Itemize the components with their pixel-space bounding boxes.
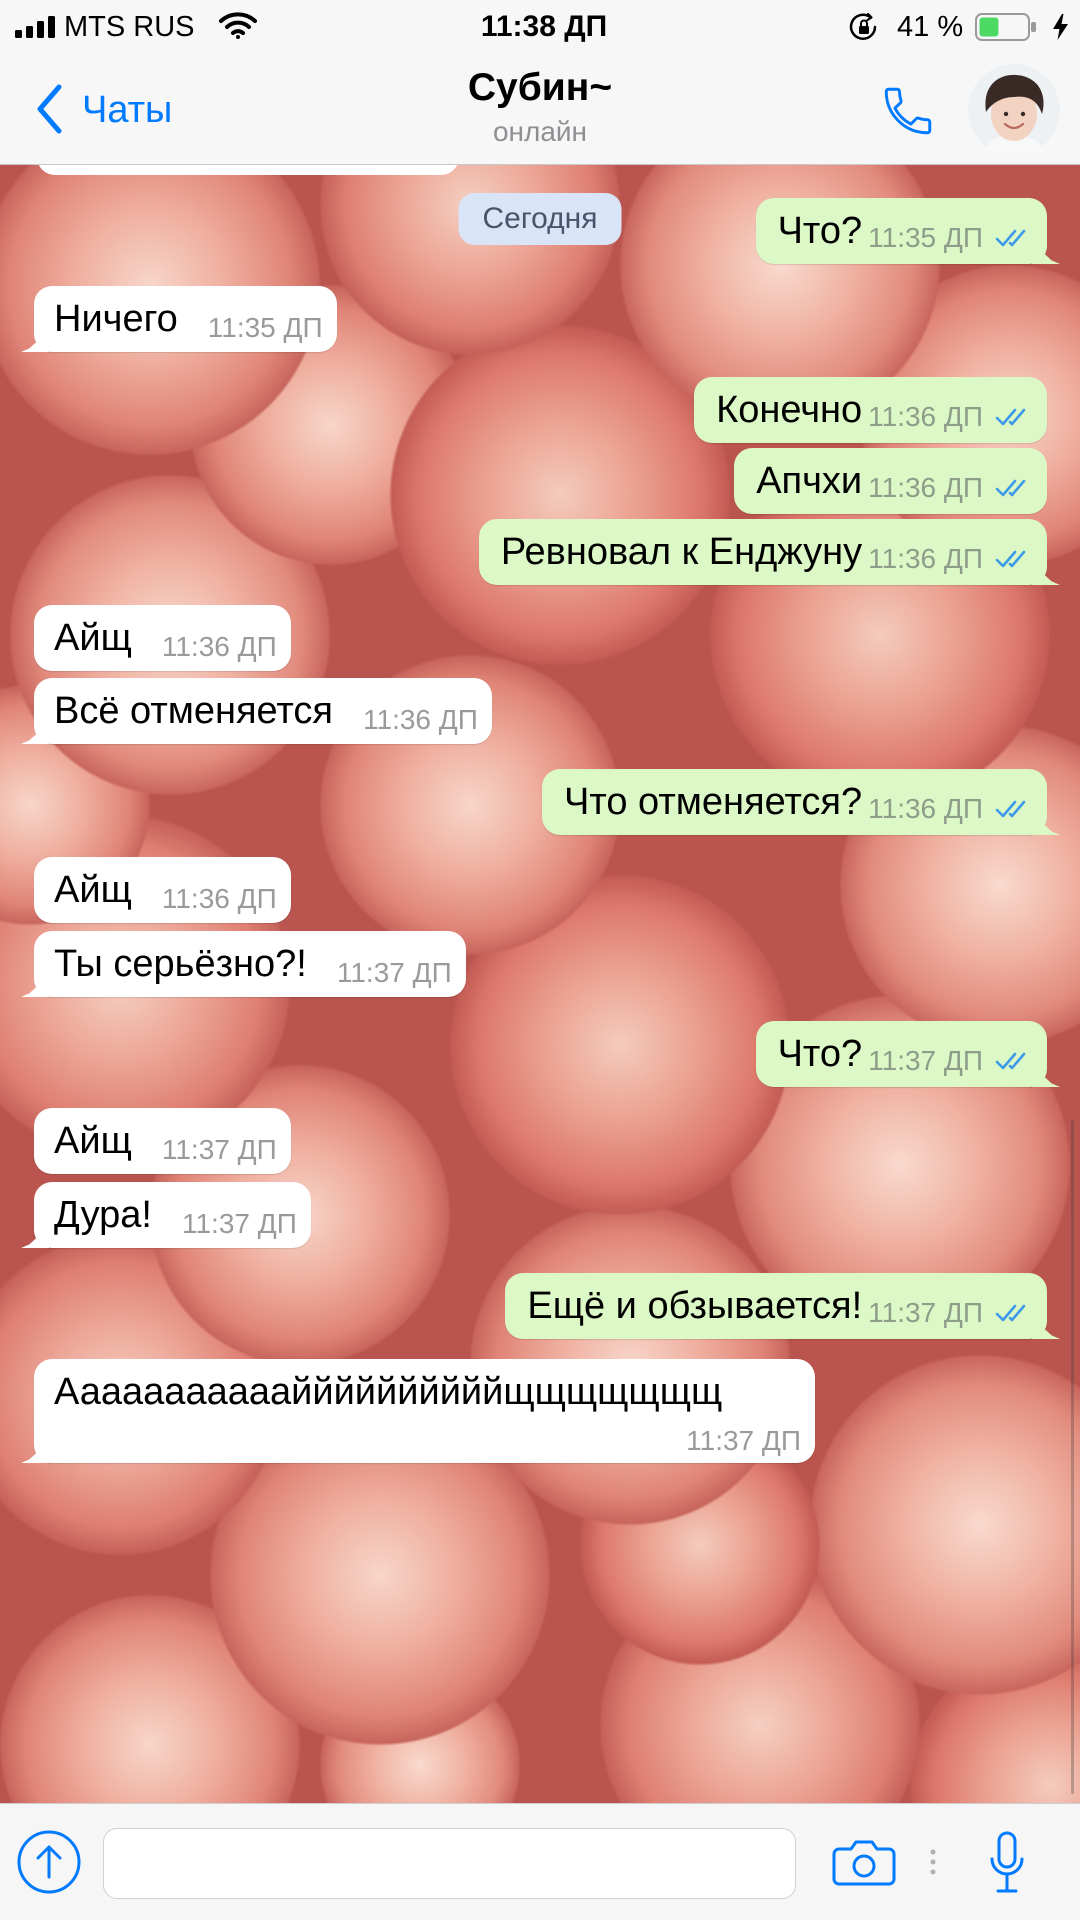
camera-icon[interactable] [832, 1838, 896, 1886]
message-bubble-outgoing[interactable]: Ревновал к Енджуну 11:36 ДП [478, 519, 1047, 585]
message-time: 11:36 ДП [868, 543, 983, 574]
battery-percent: 41 % [897, 11, 964, 43]
message-text: Что отменяется? [564, 781, 863, 823]
message-text: Аааааааааааййййййййййщщщщщщщ [54, 1371, 723, 1413]
scrollbar[interactable] [1071, 1120, 1074, 1794]
message-time: 11:37 ДП [336, 957, 452, 988]
message-time: 11:36 ДП [868, 793, 983, 824]
chat-header: Чаты Субин~ онлайн [0, 54, 1080, 165]
microphone-icon[interactable] [987, 1831, 1027, 1895]
message-composer [0, 1803, 1080, 1920]
back-label: Чаты [82, 89, 173, 131]
message-text: Дура! [54, 1194, 152, 1236]
phone-icon[interactable] [879, 82, 937, 140]
double-check-icon [995, 1050, 1037, 1072]
status-time: 11:38 ДП [480, 10, 608, 43]
partial-message-bubble[interactable] [37, 165, 459, 175]
date-separator: Сегодня [458, 193, 622, 245]
message-bubble-outgoing[interactable]: Конечно 11:36 ДП [694, 377, 1047, 443]
message-bubble-outgoing[interactable]: Что? 11:37 ДП [755, 1021, 1047, 1087]
double-check-icon [995, 406, 1037, 428]
carrier-name: MTS RUS [64, 11, 195, 43]
message-text: Что? [777, 1033, 863, 1075]
message-bubble-incoming[interactable]: Аааааааааааййййййййййщщщщщщщ 11:37 ДП [34, 1359, 815, 1463]
message-time: 11:36 ДП [161, 631, 277, 662]
charging-bolt-icon [1053, 14, 1068, 40]
message-bubble-incoming[interactable]: Ты серьёзно?! 11:37 ДП [34, 931, 466, 997]
message-input[interactable] [103, 1828, 796, 1899]
message-time: 11:36 ДП [868, 472, 983, 503]
message-text: Апчхи [756, 460, 863, 502]
signal-icon [15, 16, 55, 38]
orientation-lock-icon [849, 12, 877, 40]
contact-name[interactable]: Субин~ [290, 65, 790, 111]
back-button[interactable]: Чаты [30, 80, 200, 140]
message-text: Айщ [54, 869, 132, 911]
message-bubble-outgoing[interactable]: Что? 11:35 ДП [755, 198, 1047, 264]
message-time: 11:37 ДП [868, 1297, 983, 1328]
message-text: Ещё и обзывается! [527, 1285, 863, 1327]
message-bubble-outgoing[interactable]: Апчхи 11:36 ДП [734, 448, 1047, 514]
message-text: Всё отменяется [54, 690, 333, 732]
message-time: 11:36 ДП [161, 883, 277, 914]
message-time: 11:37 ДП [686, 1425, 801, 1456]
message-time: 11:37 ДП [181, 1208, 297, 1239]
message-bubble-incoming[interactable]: Дура! 11:37 ДП [34, 1182, 311, 1248]
more-dots-icon[interactable] [929, 1847, 937, 1877]
message-text: Айщ [54, 1120, 132, 1162]
message-bubble-incoming[interactable]: Айщ 11:37 ДП [34, 1108, 291, 1174]
chat-area[interactable]: Сегодня Что? 11:35 ДП Ничего 11:35 ДП Ко… [0, 165, 1080, 1803]
message-bubble-outgoing[interactable]: Ещё и обзывается! 11:37 ДП [505, 1273, 1047, 1339]
double-check-icon [995, 1302, 1037, 1324]
contact-status: онлайн [492, 116, 588, 147]
message-text: Ревновал к Енджуну [500, 531, 863, 573]
message-text: Айщ [54, 617, 132, 659]
status-bar: MTS RUS 11:38 ДП 41 % [0, 0, 1080, 54]
double-check-icon [995, 548, 1037, 570]
message-bubble-incoming[interactable]: Айщ 11:36 ДП [34, 857, 291, 923]
message-text: Ты серьёзно?! [54, 943, 307, 985]
message-bubble-outgoing[interactable]: Что отменяется? 11:36 ДП [542, 769, 1047, 835]
message-time: 11:35 ДП [207, 312, 323, 343]
message-text: Ничего [54, 298, 178, 340]
avatar-image [968, 64, 1060, 156]
message-time: 11:35 ДП [868, 222, 983, 253]
battery-icon [975, 13, 1036, 41]
wifi-icon [219, 12, 257, 39]
message-time: 11:37 ДП [868, 1045, 983, 1076]
message-time: 11:36 ДП [868, 401, 983, 432]
chevron-left-icon [37, 84, 62, 134]
upload-icon[interactable] [16, 1829, 82, 1895]
message-bubble-incoming[interactable]: Ничего 11:35 ДП [34, 286, 337, 352]
double-check-icon [995, 477, 1037, 499]
avatar[interactable] [968, 64, 1060, 156]
double-check-icon [995, 798, 1037, 820]
message-text: Что? [777, 210, 863, 252]
battery-level-fill [979, 17, 999, 37]
message-text: Конечно [716, 389, 863, 431]
double-check-icon [995, 227, 1037, 249]
message-bubble-incoming[interactable]: Айщ 11:36 ДП [34, 605, 291, 671]
message-time: 11:36 ДП [363, 704, 478, 735]
message-time: 11:37 ДП [161, 1134, 277, 1165]
message-bubble-incoming[interactable]: Всё отменяется 11:36 ДП [34, 678, 492, 744]
